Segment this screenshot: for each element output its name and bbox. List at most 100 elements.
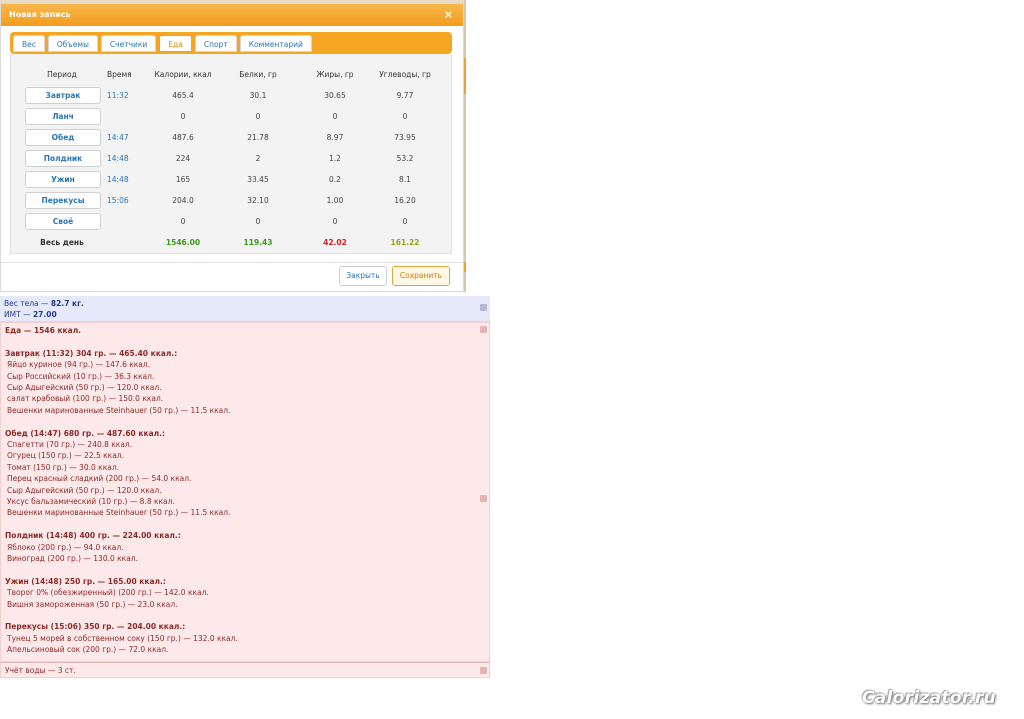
bmi-value: 27.00 xyxy=(32,310,57,319)
meal-carbs: 9.77 xyxy=(396,91,414,100)
meal-protein: 2 xyxy=(255,154,261,163)
meal-fat: 0 xyxy=(332,217,338,226)
meal-fat: 30.65 xyxy=(324,91,346,100)
food-item: Тунец 5 морей в собственном соку (150 гр… xyxy=(7,633,238,643)
table-row: Обед 14:47 487.6 21.78 8.97 73.95 xyxy=(23,127,443,148)
meal-button[interactable]: Ланч xyxy=(25,108,101,125)
tab-item[interactable]: Спорт xyxy=(194,35,237,52)
expand-icon[interactable] xyxy=(480,495,487,502)
food-item: Апельсиновый сок (200 гр.) — 72.0 ккал. xyxy=(7,645,169,655)
background-accent xyxy=(464,58,466,94)
weight-line: Вес тела — 82.7 кг. xyxy=(4,298,486,309)
meal-kcal: 204.0 xyxy=(172,196,194,205)
meal-time[interactable]: 15:06 xyxy=(107,190,137,211)
nutrition-table: Период Время Калории, ккал Белки, гр Жир… xyxy=(23,64,443,253)
food-entry: Еда — 1546 ккал. Завтрак (11:32) 304 гр.… xyxy=(0,322,490,662)
meal-time[interactable]: 14:48 xyxy=(107,169,137,190)
total-fat: 42.02 xyxy=(323,238,347,247)
meal-time[interactable] xyxy=(107,106,137,127)
header-kcal: Калории, ккал xyxy=(154,70,212,79)
meal-carbs: 0 xyxy=(402,112,408,121)
meal-fat: 1.2 xyxy=(329,154,341,163)
meal-button[interactable]: Перекусы xyxy=(25,192,101,209)
dialog-titlebar: Новая запись × xyxy=(1,4,463,26)
food-item: Вешенки маринованные Steinhauer (50 гр.)… xyxy=(7,405,231,415)
food-item: Томат (150 гр.) — 30.0 ккал. xyxy=(7,462,119,472)
background-edge xyxy=(464,0,466,292)
table-row: Завтрак 11:32 465.4 30.1 30.65 9.77 xyxy=(23,85,443,106)
edit-icon[interactable] xyxy=(480,326,487,333)
table-row: Своё 0 0 0 0 xyxy=(23,211,443,232)
meal-carbs: 16.20 xyxy=(394,196,416,205)
total-kcal: 1546.00 xyxy=(165,238,201,247)
food-item: Уксус бальзамический (10 гр.) — 8.8 ккал… xyxy=(7,497,175,507)
meal-time[interactable]: 14:47 xyxy=(107,127,137,148)
meal-fat: 8.97 xyxy=(326,133,344,142)
bmi-label: ИМТ — xyxy=(4,310,33,319)
meal-carbs: 53.2 xyxy=(396,154,414,163)
meal-kcal: 165 xyxy=(175,175,191,184)
meal-carbs: 73.95 xyxy=(394,133,416,142)
footer-divider xyxy=(1,262,463,263)
food-item: Вешенки маринованные Steinhauer (50 гр.)… xyxy=(7,508,231,518)
tab-item[interactable]: Объемы xyxy=(47,35,98,52)
meal-button[interactable]: Обед xyxy=(25,129,101,146)
tab-item[interactable]: Счетчики xyxy=(100,35,157,52)
edit-icon[interactable] xyxy=(480,667,487,674)
meal-time[interactable] xyxy=(107,211,137,232)
food-item: Вишня замороженная (50 гр.) — 23.0 ккал. xyxy=(7,599,178,609)
meal-carbs: 8.1 xyxy=(399,175,411,184)
food-item: Спагетти (70 гр.) — 240.8 ккал. xyxy=(7,440,133,450)
meal-button[interactable]: Своё xyxy=(25,213,101,230)
meal-header: Перекусы (15:06) 350 гр. — 204.00 ккал.: xyxy=(5,622,186,632)
meal-header: Обед (14:47) 680 гр. — 487.60 ккал.: xyxy=(5,428,165,438)
meal-kcal: 0 xyxy=(180,217,186,226)
food-total: Еда — 1546 ккал. xyxy=(5,326,82,335)
food-item: Перец красный сладкий (200 гр.) — 54.0 к… xyxy=(7,474,192,484)
food-item: салат крабовый (100 гр.) — 150.0 ккал. xyxy=(7,394,164,404)
header-period: Период xyxy=(47,70,77,79)
food-item: Яблоко (200 гр.) — 94.0 ккал. xyxy=(7,542,124,552)
close-icon[interactable]: × xyxy=(444,4,453,26)
tab-item[interactable]: Комментарий xyxy=(239,35,312,52)
food-panel: Период Время Калории, ккал Белки, гр Жир… xyxy=(10,54,452,254)
meal-time[interactable]: 11:32 xyxy=(107,85,137,106)
header-protein: Белки, гр xyxy=(239,70,277,79)
meal-header: Полдник (14:48) 400 гр. — 224.00 ккал.: xyxy=(5,531,181,541)
total-row: Весь день 1546.00 119.43 42.02 161.22 xyxy=(23,232,443,253)
meal-protein: 0 xyxy=(255,217,261,226)
close-button[interactable]: Закрыть xyxy=(339,266,387,286)
tab-item[interactable]: Вес xyxy=(13,35,45,52)
total-carbs: 161.22 xyxy=(390,238,420,247)
tab-bar: Вес Объемы Счетчики Еда Спорт Комментарий xyxy=(10,32,452,54)
food-item: Сыр Адыгейский (50 гр.) — 120.0 ккал. xyxy=(7,485,162,495)
food-item: Сыр Российский (10 гр.) — 36.3 ккал. xyxy=(7,371,155,381)
tab-item[interactable]: Еда xyxy=(159,35,192,52)
header-carbs: Углеводы, гр xyxy=(379,70,431,79)
header-fat: Жиры, гр xyxy=(316,70,354,79)
table-header: Период Время Калории, ккал Белки, гр Жир… xyxy=(23,64,443,85)
header-time: Время xyxy=(107,70,132,79)
meal-protein: 32.10 xyxy=(247,196,269,205)
meal-button[interactable]: Ужин xyxy=(25,171,101,188)
weight-label: Вес тела — xyxy=(4,299,51,308)
save-button[interactable]: Сохранить xyxy=(392,266,450,286)
water-text: Учёт воды — 3 ст. xyxy=(5,666,76,675)
food-item: Сыр Адыгейский (50 гр.) — 120.0 ккал. xyxy=(7,383,162,393)
bmi-line: ИМТ — 27.00 xyxy=(4,309,486,320)
meal-header: Завтрак (11:32) 304 гр. — 465.40 ккал.: xyxy=(5,348,178,358)
edit-icon[interactable] xyxy=(480,304,487,311)
meal-fat: 1.00 xyxy=(326,196,344,205)
meal-button[interactable]: Полдник xyxy=(25,150,101,167)
meal-kcal: 0 xyxy=(180,112,186,121)
food-item: Творог 0% (обезжиренный) (200 гр.) — 142… xyxy=(7,588,209,598)
meal-button[interactable]: Завтрак xyxy=(25,87,101,104)
dialog-title: Новая запись xyxy=(9,10,71,19)
food-item: Виноград (200 гр.) — 130.0 ккал. xyxy=(7,554,138,564)
meal-time[interactable]: 14:48 xyxy=(107,148,137,169)
total-protein: 119.43 xyxy=(243,238,273,247)
